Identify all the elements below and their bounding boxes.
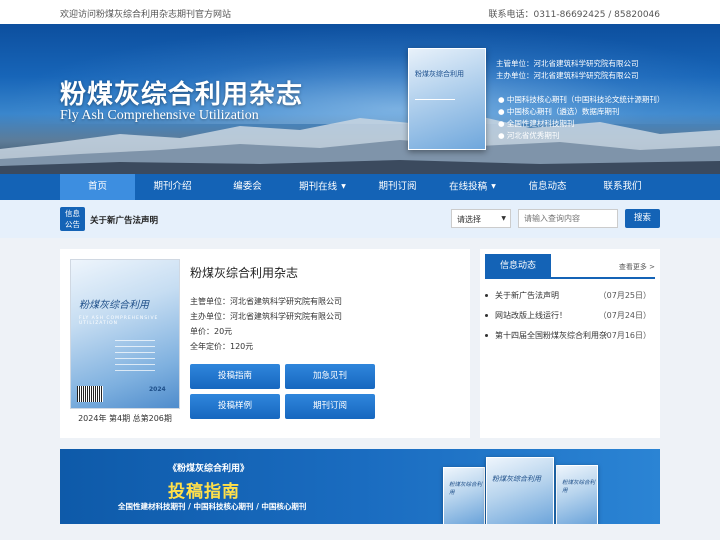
news-item-title: 第十四届全国粉煤灰综合利用杂	[495, 331, 607, 340]
bullet-icon	[485, 334, 488, 337]
cover-line	[115, 352, 155, 353]
nav-item-editorial-board[interactable]: 编委会	[210, 174, 285, 200]
header-banner: 粉煤灰综合利用杂志 Fly Ash Comprehensive Utilizat…	[0, 24, 720, 174]
cover-english-title: FLY ASH COMPREHENSIVE UTILIZATION	[79, 316, 159, 326]
journal-cover[interactable]: 粉煤灰综合利用 FLY ASH COMPREHENSIVE UTILIZATIO…	[70, 259, 180, 409]
journal-unit-price: 单价：20元	[190, 327, 233, 336]
issue-info: 2024年 第4期 总第206期	[78, 414, 172, 423]
cover-line	[115, 364, 155, 365]
banner-bullet: ● 河北省优秀期刊	[498, 131, 560, 140]
promo-cover-title: 粉煤灰综合利用	[492, 475, 541, 483]
nav-item-online-submission[interactable]: 在线投稿 ▼	[435, 174, 510, 200]
site-title-english: Fly Ash Comprehensive Utilization	[60, 108, 259, 123]
bullet-icon	[485, 314, 488, 317]
banner-cover-lines	[415, 99, 455, 129]
news-panel: 信息动态 查看更多 > 关于新广告法声明 （07月25日） 网站改版上线运行！ …	[480, 249, 660, 438]
tab-news[interactable]: 信息动态	[485, 254, 551, 278]
promo-cover-title: 粉煤灰综合利用	[449, 482, 483, 496]
notice-badge-line: 公告	[65, 220, 80, 229]
site-title: 粉煤灰综合利用杂志	[60, 80, 304, 110]
journal-title: 粉煤灰综合利用杂志	[190, 266, 299, 280]
banner-bullet: ● 中国科技核心期刊（中国科技论文统计源期刊）	[498, 95, 665, 104]
cover-title: 粉煤灰综合利用	[79, 300, 149, 311]
promo-cover: 粉煤灰综合利用	[443, 467, 485, 524]
search-button[interactable]: 搜索	[625, 209, 660, 228]
news-item-title: 网站改版上线运行！	[495, 311, 567, 320]
submission-sample-button[interactable]: 投稿样例	[190, 394, 280, 419]
news-item[interactable]: 第十四届全国粉煤灰综合利用杂 （07月16日）	[485, 330, 655, 342]
promo-cover: 粉煤灰综合利用	[556, 465, 598, 524]
nav-item-journal-intro[interactable]: 期刊介绍	[135, 174, 210, 200]
promo-journal-name: 《粉煤灰综合利用》	[168, 464, 250, 474]
nav-item-label: 期刊订阅	[378, 181, 417, 192]
news-item-date: （07月24日）	[598, 311, 651, 320]
promo-cover: 粉煤灰综合利用	[486, 457, 554, 524]
nav-item-label: 联系我们	[603, 181, 642, 192]
banner-bullet: ● 全国性建材科技期刊	[498, 119, 575, 128]
notice-badge: 信息 公告	[60, 207, 85, 231]
bullet-icon	[485, 294, 488, 297]
banner-sponsor: 主管单位：河北省建筑科学研究院有限公司	[496, 59, 639, 68]
barcode-icon	[77, 386, 103, 402]
caret-down-icon: ▼	[341, 183, 346, 190]
nav-item-label: 期刊介绍	[153, 181, 192, 192]
nav-item-subscription[interactable]: 期刊订阅	[360, 174, 435, 200]
nav-item-home[interactable]: 首页	[60, 174, 135, 200]
cover-year: 2024	[149, 386, 166, 393]
notice-link[interactable]: 关于新广告法声明	[90, 214, 158, 226]
nav-item-label: 在线投稿	[449, 181, 488, 193]
news-item-title: 关于新广告法声明	[495, 291, 559, 300]
subscription-button[interactable]: 期刊订阅	[285, 394, 375, 419]
nav-item-label: 编委会	[233, 181, 262, 192]
search-input[interactable]	[518, 209, 618, 228]
promo-title: 投稿指南	[168, 482, 240, 502]
banner-cover-title: 粉煤灰综合利用	[415, 70, 464, 78]
journal-panel: 粉煤灰综合利用 FLY ASH COMPREHENSIVE UTILIZATIO…	[60, 249, 470, 438]
news-tab-underline	[485, 277, 655, 279]
journal-organizer: 主办单位：河北省建筑科学研究院有限公司	[190, 312, 342, 321]
banner-bullet: ● 中国核心期刊（遴选）数据库期刊	[498, 107, 620, 116]
news-item[interactable]: 网站改版上线运行！ （07月24日）	[485, 310, 655, 322]
news-item[interactable]: 关于新广告法声明 （07月25日）	[485, 290, 655, 302]
promo-tagline: 全国性建材科技期刊 / 中国科技核心期刊 / 中国核心期刊	[118, 502, 307, 511]
promo-cover-title: 粉煤灰综合利用	[562, 480, 596, 494]
nav-item-news[interactable]: 信息动态	[510, 174, 585, 200]
news-item-date: （07月16日）	[598, 331, 651, 340]
banner-organizer: 主办单位：河北省建筑科学研究院有限公司	[496, 71, 639, 80]
search-category-select[interactable]: 请选择 ▼	[451, 209, 511, 228]
journal-annual-price: 全年定价：120元	[190, 342, 254, 351]
promo-banner[interactable]: 《粉煤灰综合利用》 投稿指南 全国性建材科技期刊 / 中国科技核心期刊 / 中国…	[60, 449, 660, 524]
cover-line	[115, 370, 155, 371]
contact-phone: 联系电话：0311-86692425 / 85820046	[488, 10, 660, 20]
nav-item-contact[interactable]: 联系我们	[585, 174, 660, 200]
caret-down-icon: ▼	[491, 183, 496, 190]
notice-bar: 信息 公告 关于新广告法声明 请选择 ▼ 搜索	[0, 200, 720, 238]
news-item-date: （07月25日）	[598, 291, 651, 300]
view-more-link[interactable]: 查看更多 >	[619, 262, 655, 272]
submission-guide-button[interactable]: 投稿指南	[190, 364, 280, 389]
nav-item-label: 首页	[87, 181, 107, 192]
expedited-publication-button[interactable]: 加急见刊	[285, 364, 375, 389]
cover-line	[115, 358, 155, 359]
select-value: 请选择	[457, 215, 481, 224]
chevron-down-icon: ▼	[501, 215, 506, 222]
top-bar: 欢迎访问粉煤灰综合利用杂志期刊官方网站 联系电话：0311-86692425 /…	[0, 0, 720, 24]
nav-item-label: 信息动态	[528, 181, 567, 192]
banner-journal-cover: 粉煤灰综合利用	[408, 48, 486, 150]
journal-sponsor: 主管单位：河北省建筑科学研究院有限公司	[190, 297, 342, 306]
notice-badge-line: 信息	[65, 209, 80, 218]
cover-line	[115, 340, 155, 341]
main-nav: 首页 期刊介绍 编委会 期刊在线 ▼ 期刊订阅 在线投稿 ▼ 信息动态 联系我们	[0, 174, 720, 200]
nav-item-label: 期刊在线	[299, 181, 338, 193]
nav-item-journal-online[interactable]: 期刊在线 ▼	[285, 174, 360, 200]
cover-line	[115, 346, 155, 347]
welcome-text: 欢迎访问粉煤灰综合利用杂志期刊官方网站	[60, 10, 232, 20]
